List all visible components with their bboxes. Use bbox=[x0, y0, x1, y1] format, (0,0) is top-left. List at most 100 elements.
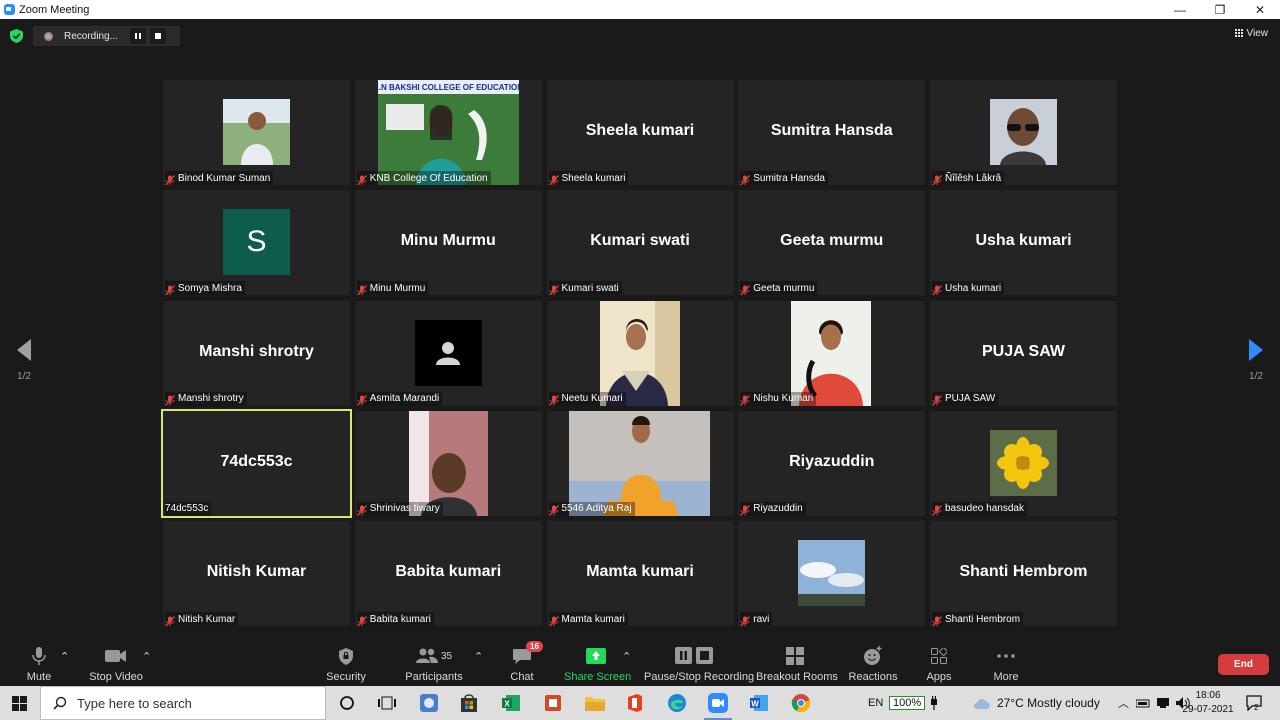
participant-tile[interactable]: Manshi shrotry Manshi shrotry bbox=[163, 300, 350, 406]
mute-label: Mute bbox=[26, 671, 52, 683]
taskbar-clock[interactable]: 18:06 29-07-2021 bbox=[1178, 689, 1238, 717]
photos-app-icon[interactable] bbox=[418, 693, 440, 713]
microsoft-store-icon[interactable] bbox=[458, 693, 480, 713]
network-icon[interactable] bbox=[1136, 698, 1150, 708]
participant-display-name: Minu Murmu bbox=[400, 232, 496, 250]
participant-name-label: Sheela kumari bbox=[548, 171, 629, 185]
zoom-taskbar-icon[interactable] bbox=[704, 693, 732, 720]
next-page-button[interactable]: 1/2 bbox=[1246, 339, 1266, 382]
participant-tile[interactable]: Nitish Kumar Nitish Kumar bbox=[163, 521, 350, 626]
pause-stop-recording-label: Pause/Stop Recording bbox=[644, 671, 755, 683]
close-button[interactable]: ✕ bbox=[1240, 0, 1280, 19]
language-indicator[interactable]: EN bbox=[868, 686, 883, 720]
participant-tile[interactable]: Minu Murmu Minu Murmu bbox=[354, 190, 542, 296]
participant-tile[interactable]: Nishu Kumari bbox=[738, 300, 926, 406]
participant-name-label: PUJA SAW bbox=[932, 391, 999, 406]
notification-center[interactable]: 2 bbox=[1246, 686, 1262, 720]
muted-microphone-icon bbox=[356, 615, 367, 626]
weather-widget[interactable]: 27°C Mostly cloudy bbox=[972, 686, 1100, 720]
maximize-button[interactable]: ❐ bbox=[1200, 0, 1240, 19]
participant-display-name: Shanti Hembrom bbox=[959, 563, 1088, 580]
minimize-button[interactable]: — bbox=[1160, 0, 1200, 19]
participants-options-caret[interactable]: ⌃ bbox=[474, 650, 483, 663]
participant-name: Nishu Kumari bbox=[753, 393, 814, 404]
participant-tile[interactable]: Binod Kumar Suman bbox=[163, 80, 350, 185]
end-meeting-button[interactable]: End bbox=[1218, 654, 1269, 675]
chrome-browser-icon[interactable] bbox=[790, 693, 812, 713]
mute-button[interactable]: Mute bbox=[24, 646, 54, 683]
participant-display-name: Geeta murmu bbox=[780, 232, 884, 250]
apps-button[interactable]: Apps bbox=[924, 646, 954, 683]
stop-video-button[interactable]: Stop Video bbox=[88, 646, 144, 683]
file-explorer-icon[interactable] bbox=[584, 693, 606, 713]
participant-tile[interactable]: Kumari swati Kumari swati bbox=[546, 190, 734, 296]
participant-tile[interactable]: 74dc553c 74dc553c bbox=[161, 408, 352, 518]
participant-tile[interactable]: Asmita Marandi bbox=[354, 300, 542, 406]
participant-tile[interactable]: basudeo hansdak bbox=[930, 410, 1117, 516]
participant-name-label: Nishu Kumari bbox=[740, 391, 817, 406]
office-app-icon[interactable] bbox=[542, 693, 564, 713]
participant-tile[interactable]: S Somya Mishra bbox=[163, 190, 350, 296]
participant-tile[interactable]: Sheela kumari Sheela kumari bbox=[546, 80, 734, 185]
audio-options-caret[interactable]: ⌃ bbox=[60, 650, 69, 663]
task-view-icon[interactable] bbox=[376, 693, 398, 713]
security-button[interactable]: Security bbox=[326, 646, 366, 683]
cortana-icon[interactable] bbox=[336, 693, 358, 713]
excel-icon[interactable]: X bbox=[500, 693, 522, 713]
breakout-rooms-button[interactable]: Breakout Rooms bbox=[756, 646, 838, 683]
ms-office-icon[interactable] bbox=[624, 693, 646, 713]
reactions-label: Reactions bbox=[848, 671, 898, 683]
zoom-app-icon bbox=[4, 4, 15, 15]
view-label: View bbox=[1246, 28, 1269, 39]
stop-recording-button[interactable] bbox=[150, 28, 166, 44]
power-plug-icon bbox=[931, 696, 938, 710]
encryption-shield-icon[interactable] bbox=[10, 29, 23, 43]
battery-indicator[interactable]: 100% bbox=[889, 686, 939, 720]
participant-tile[interactable]: 5546 Aditya Raj bbox=[546, 410, 734, 516]
participant-name-label: Riyazuddin bbox=[740, 501, 806, 516]
participant-name: 74dc553c bbox=[165, 503, 209, 515]
taskbar-search-box[interactable]: Type here to search bbox=[40, 686, 326, 720]
participants-label: Participants bbox=[405, 671, 463, 683]
participant-tile[interactable]: Mamta kumari Mamta kumari bbox=[546, 521, 734, 626]
participant-name-label: Ñîlêsh Lâkrâ bbox=[932, 171, 1005, 185]
windows-taskbar: Type here to search X W EN 100% 27°C Mos… bbox=[0, 686, 1280, 720]
edge-browser-icon[interactable] bbox=[666, 693, 688, 713]
participant-name-label: Somya Mishra bbox=[165, 281, 245, 296]
reactions-button[interactable]: Reactions bbox=[848, 646, 898, 683]
participant-name-label: Usha kumari bbox=[932, 281, 1005, 296]
word-icon[interactable]: W bbox=[748, 693, 770, 713]
pause-recording-button[interactable] bbox=[130, 28, 146, 44]
participant-tile[interactable]: ravi bbox=[738, 521, 926, 626]
participant-tile[interactable]: K.N BAKSHI COLLEGE OF EDUCATION KNB Colle… bbox=[354, 80, 542, 185]
participant-tile[interactable]: Geeta murmu Geeta murmu bbox=[738, 190, 926, 296]
pause-stop-recording-button[interactable]: Pause/Stop Recording bbox=[644, 646, 755, 683]
muted-microphone-icon bbox=[165, 615, 175, 626]
participant-tile[interactable]: Babita kumari Babita kumari bbox=[354, 521, 542, 626]
previous-page-button[interactable]: 1/2 bbox=[14, 339, 34, 382]
participant-tile[interactable]: Usha kumari Usha kumari bbox=[930, 190, 1117, 296]
muted-microphone-icon bbox=[932, 395, 942, 406]
video-options-caret[interactable]: ⌃ bbox=[142, 650, 151, 663]
share-options-caret[interactable]: ⌃ bbox=[622, 650, 631, 663]
participant-tile[interactable]: Riyazuddin Riyazuddin bbox=[738, 410, 926, 516]
participant-name-label: Binod Kumar Suman bbox=[165, 171, 274, 185]
participant-profile-photo bbox=[990, 429, 1057, 496]
chevron-up-icon[interactable]: ︿ bbox=[1118, 695, 1129, 711]
muted-microphone-icon bbox=[548, 615, 559, 626]
participant-tile[interactable]: Shrinivas tiwary bbox=[354, 410, 542, 516]
grid-icon bbox=[1234, 29, 1244, 38]
chat-button[interactable]: 16 Chat bbox=[508, 641, 543, 683]
share-screen-button[interactable]: Share Screen bbox=[564, 646, 631, 683]
participants-button[interactable]: 35 Participants bbox=[404, 646, 464, 683]
participant-tile[interactable]: Ñîlêsh Lâkrâ bbox=[930, 80, 1117, 185]
more-button[interactable]: More bbox=[990, 646, 1022, 683]
view-button[interactable]: View bbox=[1234, 28, 1269, 39]
windows-start-icon[interactable] bbox=[12, 696, 27, 711]
participant-tile[interactable]: PUJA SAW PUJA SAW bbox=[930, 300, 1117, 406]
participant-tile[interactable]: Sumitra Hansda Sumitra Hansda bbox=[738, 80, 926, 185]
wifi-icon[interactable] bbox=[1157, 698, 1169, 708]
participant-tile[interactable]: Neetu Kumari bbox=[546, 300, 734, 406]
participant-name: KNB College Of Education bbox=[369, 172, 488, 184]
participant-tile[interactable]: Shanti Hembrom Shanti Hembrom bbox=[930, 521, 1117, 626]
